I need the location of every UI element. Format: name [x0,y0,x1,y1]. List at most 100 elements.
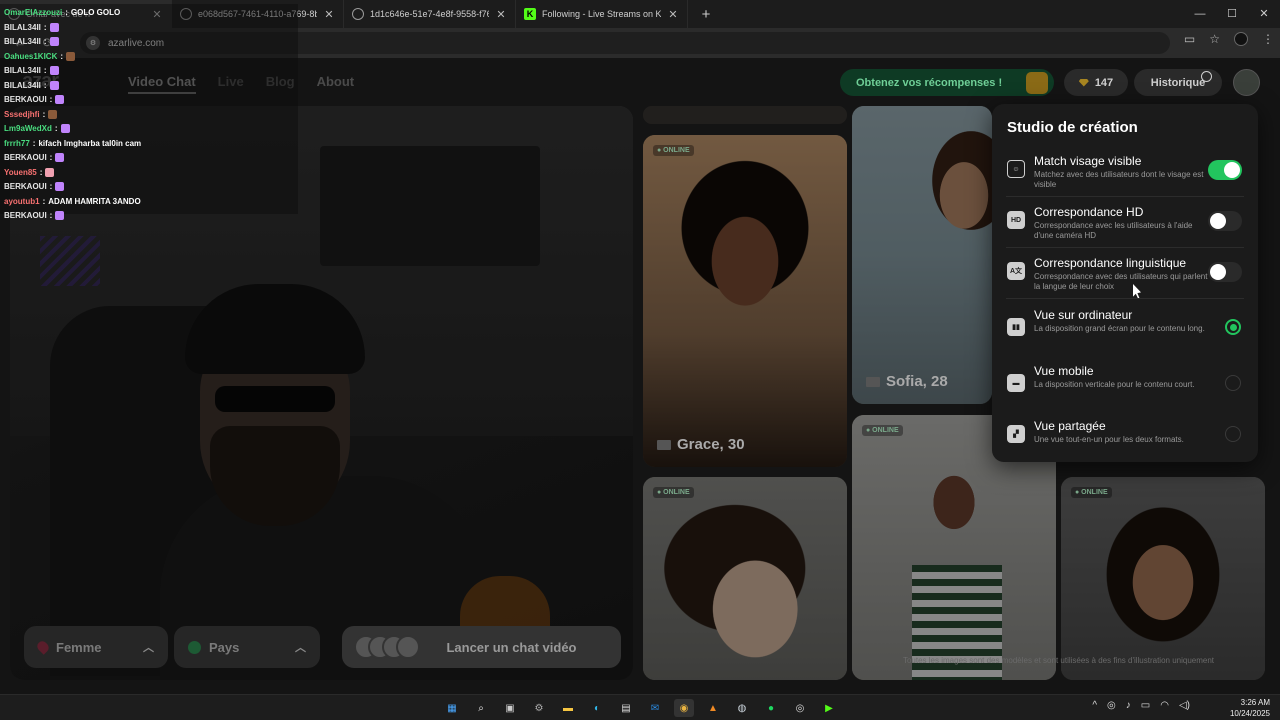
tab-title: Following - Live Streams on Kic [542,9,661,19]
taskbar-clock[interactable]: 3:26 AM 10/24/2025 [1230,697,1270,719]
studio-item-desc: Correspondance avec les utilisateurs à l… [1034,221,1193,240]
display-icon[interactable]: ▭ [1141,700,1150,711]
chat-separator: : [54,124,58,133]
studio-item-desc: La disposition verticale pour le contenu… [1034,380,1195,389]
nav-about[interactable]: About [317,74,355,94]
menu-kebab-icon[interactable]: ⋮ [1262,32,1274,46]
browser-tab-4[interactable]: K Following - Live Streams on Kic ✕ [516,0,688,28]
gems-button[interactable]: 147 [1064,69,1128,96]
search-icon[interactable]: ⌕ [471,699,491,717]
file-explorer-icon[interactable]: ▬ [558,699,578,717]
studio-title: Studio de création [1007,119,1138,136]
divider [1006,298,1244,299]
chat-username[interactable]: ayoutub1 [4,197,40,206]
gender-filter[interactable]: Femme ︿ [24,626,168,668]
tab-close-icon[interactable]: ✕ [667,8,679,21]
volume-icon[interactable]: ◁) [1179,700,1190,711]
hd-toggle[interactable] [1208,211,1242,231]
chat-separator: : [43,37,47,46]
country-filter[interactable]: Pays ︿ [174,626,320,668]
tab-close-icon[interactable]: ✕ [495,8,507,21]
chat-username[interactable]: Lm9aWedXd [4,124,52,133]
studio-item-desc: Matchez avec des utilisateurs dont le vi… [1034,170,1204,189]
chat-username[interactable]: frrrh77 [4,139,30,148]
chat-separator: : [49,182,53,191]
launch-label: Lancer un chat vidéo [446,639,577,655]
hd-icon: HD [1007,211,1025,229]
chat-username[interactable]: BERKAOUI [4,153,47,162]
history-button[interactable]: Historique [1134,69,1222,96]
browser-tab-3[interactable]: 1d1c646e-51e7-4e8f-9558-f76 ✕ [344,0,516,28]
store-icon[interactable]: ▤ [616,699,636,717]
desktop-view-radio[interactable] [1225,319,1241,335]
translate-icon: A文 [1007,262,1025,280]
screen: Omar avec de n ✕ e068d567-7461-4110-a769… [0,0,1280,720]
card-dim [852,106,992,404]
avatar-thumb [396,635,420,659]
launch-video-chat-button[interactable]: Lancer un chat vidéo [342,626,621,668]
obs-icon[interactable]: ◎ [790,699,810,717]
steam-icon[interactable]: ◍ [732,699,752,717]
chat-message: Lm9aWedXd: [4,124,70,133]
online-badge: ● ONLINE [653,145,694,156]
close-window-button[interactable]: ✕ [1248,0,1280,28]
chat-username[interactable]: BERKAOUI [4,182,47,191]
language-toggle[interactable] [1208,262,1242,282]
profile-card-top[interactable] [643,106,847,124]
toggle-knob [1210,264,1226,280]
edge-icon[interactable]: ◐ [587,699,607,717]
country-label: Pays [209,639,240,655]
user-avatar[interactable] [1233,69,1260,96]
cast-icon[interactable]: ▭ [1184,32,1195,46]
chat-username[interactable]: Youen85 [4,168,37,177]
chrome-icon[interactable]: ◉ [674,699,694,717]
studio-item-title: Correspondance HD [1034,205,1144,219]
chat-username[interactable]: BERKAOUI [4,211,47,220]
microphone-icon[interactable]: ♪ [1126,700,1131,711]
wifi-icon[interactable]: ◠ [1160,700,1169,711]
new-tab-button[interactable]: + [694,6,718,23]
chat-message: ayoutub1: ADAM HAMRITA 3ANDO [4,197,141,206]
chat-emote-icon [55,211,65,220]
chevron-up-icon: ︿ [143,642,154,654]
outlook-icon[interactable]: ✉ [645,699,665,717]
chevron-up-icon[interactable]: ^ [1092,700,1097,711]
chat-username[interactable]: BILAL34II [4,23,41,32]
settings-icon[interactable]: ⚙ [529,699,549,717]
flag-icon [657,439,671,450]
minimize-button[interactable]: — [1184,0,1216,28]
windows-icon[interactable]: ▦ [442,699,462,717]
mobile-view-radio[interactable] [1225,375,1241,391]
profile-card-3[interactable]: ● ONLINE [643,477,847,680]
profile-card-sofia[interactable]: Sofia, 28 [852,106,992,404]
chat-username[interactable]: BERKAOUI [4,95,47,104]
chat-username[interactable]: BILAL34II [4,37,41,46]
bookmark-star-icon[interactable]: ☆ [1209,32,1220,46]
kick-icon[interactable]: ▶ [819,699,839,717]
profile-icon[interactable] [1234,32,1248,46]
toggle-knob [1224,162,1240,178]
chat-username[interactable]: Sssedjhfi [4,110,40,119]
chat-username[interactable]: BILAL34II [4,81,41,90]
rewards-button[interactable]: Obtenez vos récompenses ! [840,69,1054,96]
network-icon[interactable]: ◎ [1107,700,1116,711]
maximize-button[interactable]: ☐ [1216,0,1248,28]
split-view-radio[interactable] [1225,426,1241,442]
chat-separator: : [42,196,46,206]
chat-emote-icon [49,80,59,90]
task-view-icon[interactable]: ▣ [500,699,520,717]
chat-username[interactable]: Oahues1KICK [4,52,57,61]
chat-username[interactable]: OmarElAzzouzi [4,8,62,17]
studio-item-title: Vue mobile [1034,364,1094,378]
chat-text: kifach lmgharba tal0in cam [38,138,142,148]
vlc-icon[interactable]: ▲ [703,699,723,717]
chat-username[interactable]: BILAL34II [4,66,41,75]
chevron-up-icon: ︿ [295,642,306,654]
chat-text: GOLO GOLO [70,8,121,17]
studio-item-desc: Correspondance avec des utilisateurs qui… [1034,272,1208,291]
tab-close-icon[interactable]: ✕ [323,8,335,21]
profile-card-grace[interactable]: ● ONLINE Grace, 30 [643,135,847,467]
face-match-toggle[interactable] [1208,160,1242,180]
spotify-icon[interactable]: ● [761,699,781,717]
profile-card-5[interactable]: ● ONLINE [1061,477,1265,680]
